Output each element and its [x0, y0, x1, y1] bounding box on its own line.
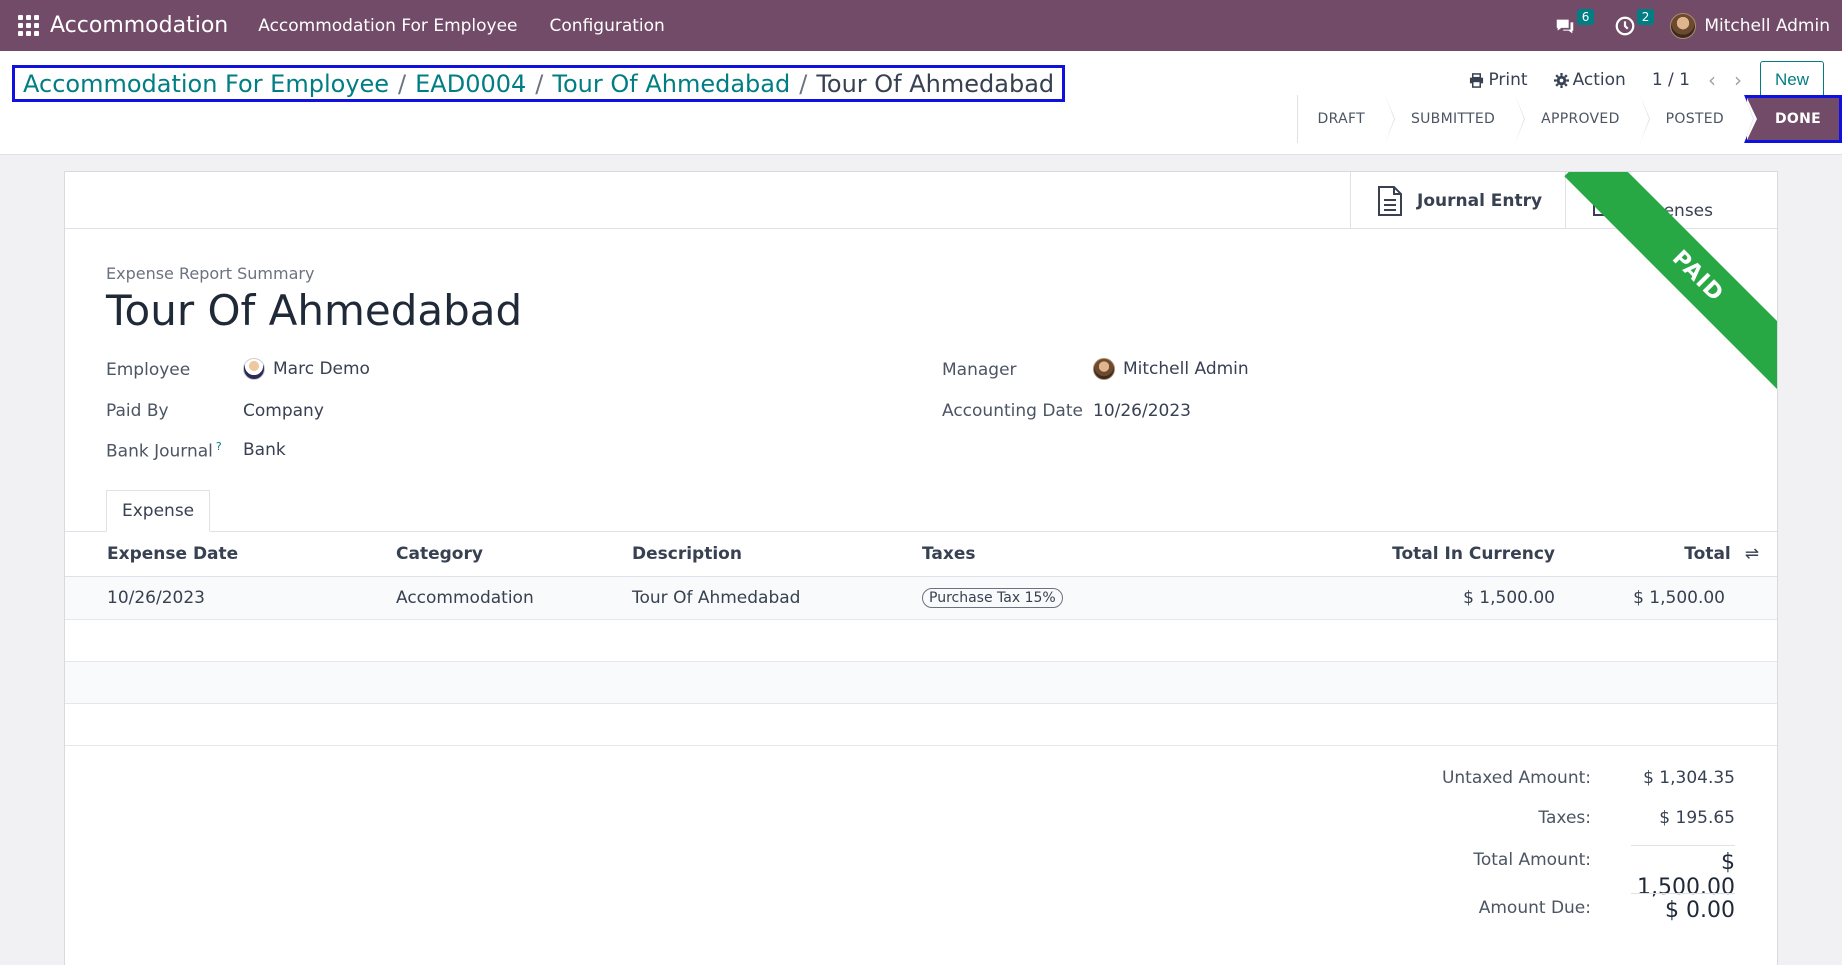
chat-icon: [1557, 19, 1574, 33]
messages-button[interactable]: 6: [1550, 8, 1595, 41]
col-description[interactable]: Description: [590, 532, 880, 577]
employee-avatar: [243, 358, 265, 380]
bank-journal-value[interactable]: Bank: [243, 440, 286, 460]
breadcrumb-item-accommodation[interactable]: Accommodation For Employee: [23, 70, 389, 98]
total-value: $ 1,500.00: [1631, 845, 1735, 900]
apps-menu-icon[interactable]: [16, 14, 40, 38]
document-icon: [1378, 185, 1402, 216]
col-total-in-currency[interactable]: Total In Currency: [1240, 532, 1555, 577]
col-category[interactable]: Category: [354, 532, 590, 577]
control-panel: Accommodation For Employee / EAD0004 / T…: [0, 51, 1842, 155]
empty-row: [65, 703, 1777, 746]
top-navbar: Accommodation Accommodation For Employee…: [0, 0, 1842, 51]
manager-label: Manager: [942, 360, 1017, 380]
breadcrumb-item-tour[interactable]: Tour Of Ahmedabad: [552, 70, 790, 98]
cell-date: 10/26/2023: [65, 576, 354, 620]
optional-columns-icon[interactable]: ⇌: [1745, 544, 1759, 564]
breadcrumb-current: Tour Of Ahmedabad: [816, 69, 1055, 98]
activities-button[interactable]: 2: [1610, 8, 1655, 41]
activities-count-badge: 2: [1636, 8, 1655, 25]
breadcrumb-separator: /: [398, 69, 407, 98]
expense-lines-table: Expense Date Category Description Taxes …: [65, 532, 1777, 746]
stage-done[interactable]: DONE: [1743, 95, 1842, 143]
pager-previous-icon[interactable]: ‹: [1708, 68, 1716, 92]
amount-due-row: Amount Due: $ 0.00: [1215, 893, 1735, 923]
cell-category: Accommodation: [354, 576, 590, 620]
total-label: Total Amount:: [1473, 850, 1591, 870]
employee-field[interactable]: Marc Demo: [243, 358, 370, 380]
cell-taxes: Purchase Tax 15%: [880, 576, 1240, 620]
help-icon[interactable]: ?: [216, 440, 222, 453]
form-sheet: Journal Entry 1 Expenses PAID Expense Re…: [64, 171, 1778, 965]
cell-total-currency: $ 1,500.00: [1240, 576, 1555, 620]
cell-description: Tour Of Ahmedabad: [590, 576, 880, 620]
taxes-value: $ 195.65: [1659, 808, 1735, 828]
pager-next-icon[interactable]: ›: [1734, 68, 1742, 92]
untaxed-label: Untaxed Amount:: [1441, 768, 1591, 788]
gear-icon: [1553, 72, 1569, 88]
summary-label: Expense Report Summary: [106, 264, 315, 283]
tax-tag: Purchase Tax 15%: [922, 588, 1063, 608]
untaxed-value: $ 1,304.35: [1643, 768, 1735, 788]
print-label: Print: [1488, 70, 1528, 90]
table-header-row: Expense Date Category Description Taxes …: [65, 532, 1777, 577]
empty-row: [65, 619, 1777, 662]
total-row: Total Amount: $ 1,500.00: [1215, 845, 1735, 900]
breadcrumb-item-ead0004[interactable]: EAD0004: [415, 70, 526, 98]
messages-count-badge: 6: [1576, 8, 1595, 25]
journal-entry-button[interactable]: Journal Entry: [1350, 172, 1565, 229]
stage-submitted[interactable]: SUBMITTED: [1384, 95, 1526, 143]
app-title[interactable]: Accommodation: [50, 13, 228, 38]
print-icon: [1470, 72, 1484, 88]
amount-due-label: Amount Due:: [1478, 898, 1591, 918]
col-total-header[interactable]: Total ⇌: [1555, 532, 1777, 577]
stage-draft[interactable]: DRAFT: [1296, 95, 1396, 143]
untaxed-row: Untaxed Amount: $ 1,304.35: [1215, 768, 1735, 788]
status-bar: DRAFT SUBMITTED APPROVED POSTED DONE: [1296, 95, 1842, 143]
breadcrumb-separator: /: [799, 69, 808, 98]
menu-configuration[interactable]: Configuration: [550, 16, 665, 36]
accounting-date-value[interactable]: 10/26/2023: [1093, 401, 1191, 421]
bank-journal-label-wrap: Bank Journal?: [106, 440, 222, 462]
paid-by-value[interactable]: Company: [243, 401, 324, 421]
tab-expense[interactable]: Expense: [106, 490, 211, 532]
breadcrumb-separator: /: [535, 69, 544, 98]
action-label: Action: [1572, 70, 1626, 90]
menu-accommodation-for-employee[interactable]: Accommodation For Employee: [258, 16, 517, 36]
user-menu[interactable]: Mitchell Admin: [1670, 12, 1830, 39]
pager-value[interactable]: 1 / 1: [1652, 70, 1690, 90]
col-total: Total: [1684, 543, 1731, 564]
empty-row: [65, 661, 1777, 704]
manager-avatar: [1093, 358, 1115, 380]
journal-entry-label: Journal Entry: [1417, 190, 1543, 211]
table-row[interactable]: 10/26/2023 Accommodation Tour Of Ahmedab…: [65, 576, 1777, 620]
col-expense-date[interactable]: Expense Date: [65, 532, 354, 577]
accounting-date-label: Accounting Date: [942, 401, 1083, 421]
employee-label: Employee: [106, 360, 191, 380]
clock-icon: [1615, 16, 1635, 35]
bank-journal-label: Bank Journal: [106, 441, 213, 462]
paid-by-label: Paid By: [106, 401, 169, 421]
taxes-label: Taxes:: [1538, 808, 1591, 828]
stage-done-label: DONE: [1774, 111, 1821, 127]
report-title[interactable]: Tour Of Ahmedabad: [106, 286, 522, 335]
col-taxes[interactable]: Taxes: [880, 532, 1240, 577]
stage-approved[interactable]: APPROVED: [1515, 95, 1650, 143]
manager-value: Mitchell Admin: [1123, 359, 1249, 379]
manager-field[interactable]: Mitchell Admin: [1093, 358, 1249, 380]
breadcrumb: Accommodation For Employee / EAD0004 / T…: [12, 65, 1066, 102]
employee-value: Marc Demo: [273, 359, 370, 379]
new-button[interactable]: New: [1759, 61, 1824, 99]
cell-total: $ 1,500.00: [1555, 576, 1777, 620]
smart-button-box: Journal Entry 1 Expenses: [65, 172, 1777, 229]
user-name: Mitchell Admin: [1704, 15, 1830, 36]
print-button[interactable]: Print: [1469, 70, 1528, 90]
taxes-row: Taxes: $ 195.65: [1215, 808, 1735, 828]
stage-posted[interactable]: POSTED: [1639, 95, 1755, 143]
action-button[interactable]: Action: [1553, 70, 1626, 90]
user-avatar: [1670, 12, 1697, 39]
amount-due-value: $ 0.00: [1631, 893, 1735, 923]
